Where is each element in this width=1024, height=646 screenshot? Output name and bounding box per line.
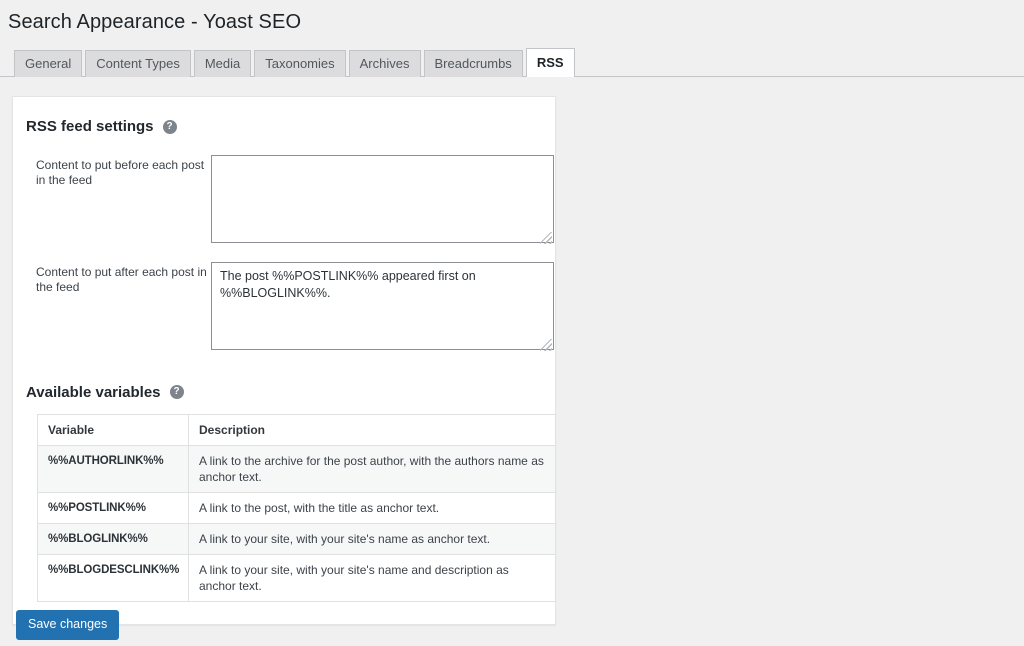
tab-rss[interactable]: RSS: [526, 48, 575, 77]
rss-feed-settings-header: RSS feed settings ?: [26, 117, 542, 137]
tab-general[interactable]: General: [14, 50, 82, 77]
table-row: %%BLOGDESCLINK%% A link to your site, wi…: [38, 555, 556, 602]
table-header-row: Variable Description: [38, 415, 556, 446]
tab-archives[interactable]: Archives: [349, 50, 421, 77]
cell-variable: %%BLOGLINK%%: [38, 524, 189, 555]
field-row-after-post: Content to put after each post in the fe…: [26, 262, 542, 353]
cell-variable: %%AUTHORLINK%%: [38, 446, 189, 493]
cell-description: A link to your site, with your site's na…: [189, 555, 556, 602]
cell-variable: %%BLOGDESCLINK%%: [38, 555, 189, 602]
cell-description: A link to the post, with the title as an…: [189, 493, 556, 524]
column-header-variable: Variable: [38, 415, 189, 446]
cell-description: A link to your site, with your site's na…: [189, 524, 556, 555]
cell-description: A link to the archive for the post autho…: [189, 446, 556, 493]
rss-feed-settings-title: RSS feed settings: [26, 117, 154, 137]
available-variables-table: Variable Description %%AUTHORLINK%% A li…: [37, 414, 556, 602]
column-header-description: Description: [189, 415, 556, 446]
label-content-before-post: Content to put before each post in the f…: [26, 155, 212, 188]
table-row: %%POSTLINK%% A link to the post, with th…: [38, 493, 556, 524]
field-row-before-post: Content to put before each post in the f…: [26, 155, 542, 246]
textarea-wrap-before-post: [211, 155, 554, 246]
help-icon[interactable]: ?: [163, 120, 177, 134]
available-variables-header: Available variables ?: [26, 383, 542, 403]
tab-taxonomies[interactable]: Taxonomies: [254, 50, 345, 77]
tab-bar: GeneralContent TypesMediaTaxonomiesArchi…: [0, 47, 1024, 77]
content-after-post-input[interactable]: [211, 262, 554, 350]
save-changes-button[interactable]: Save changes: [16, 610, 119, 640]
rss-settings-card: RSS feed settings ? Content to put befor…: [12, 96, 556, 625]
tab-breadcrumbs[interactable]: Breadcrumbs: [424, 50, 523, 77]
help-icon[interactable]: ?: [170, 385, 184, 399]
tab-content-types[interactable]: Content Types: [85, 50, 191, 77]
page-title: Search Appearance - Yoast SEO: [0, 0, 1024, 39]
cell-variable: %%POSTLINK%%: [38, 493, 189, 524]
table-row: %%BLOGLINK%% A link to your site, with y…: [38, 524, 556, 555]
content-before-post-input[interactable]: [211, 155, 554, 243]
table-row: %%AUTHORLINK%% A link to the archive for…: [38, 446, 556, 493]
available-variables-title: Available variables: [26, 383, 161, 403]
tab-media[interactable]: Media: [194, 50, 251, 77]
textarea-wrap-after-post: [211, 262, 554, 353]
label-content-after-post: Content to put after each post in the fe…: [26, 262, 212, 295]
